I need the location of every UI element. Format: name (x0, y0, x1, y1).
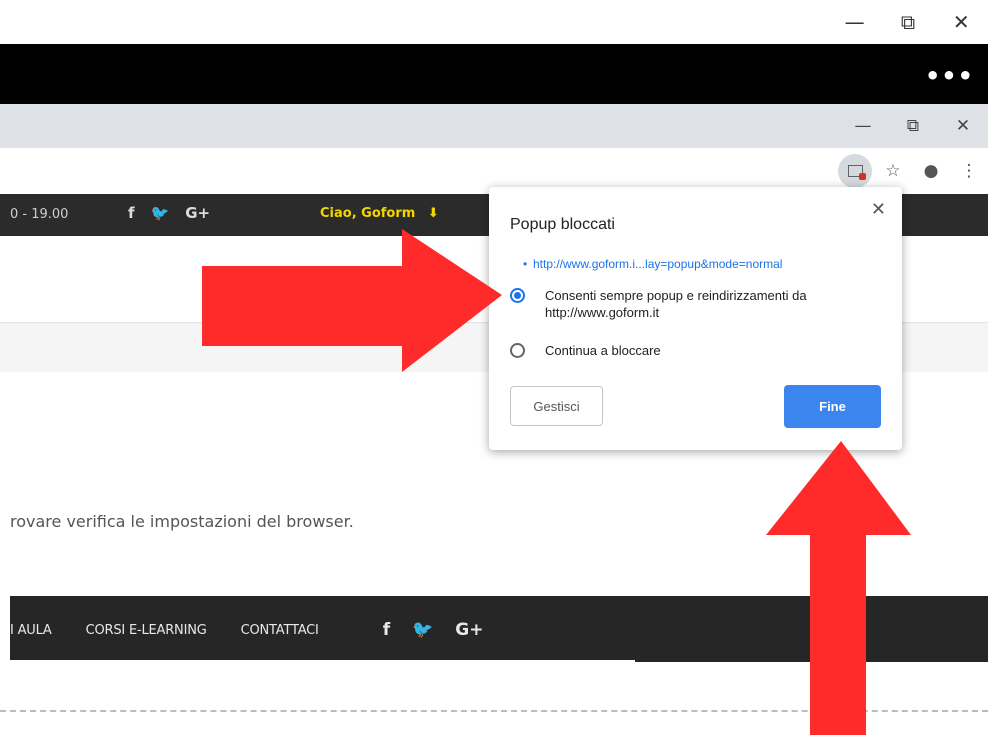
nav-item-aula[interactable]: I AULA (10, 623, 52, 638)
outer-window-controls: — ⧉ ✕ (828, 0, 988, 44)
greeting-text: Ciao, Goform (320, 206, 416, 221)
close-icon[interactable]: ✕ (941, 2, 981, 42)
user-greeting[interactable]: Ciao, Goform ⬇ (320, 206, 439, 221)
dialog-title: Popup bloccati (510, 216, 615, 233)
bookmark-star-icon[interactable]: ☆ (876, 154, 910, 188)
bullet-icon: • (523, 257, 528, 271)
restore-icon[interactable]: ⧉ (893, 106, 933, 146)
browser-titlebar: — ⧉ ✕ (0, 104, 988, 148)
opening-hours: 0 - 19.00 (10, 207, 69, 222)
minimize-icon[interactable]: — (835, 2, 875, 42)
blocked-popup-link[interactable]: • http://www.goform.i...lay=popup&mode=n… (523, 257, 783, 271)
minimize-icon[interactable]: — (843, 106, 883, 146)
close-icon[interactable]: ✕ (943, 106, 983, 146)
radio-unchecked-icon[interactable] (510, 343, 525, 358)
twitter-icon[interactable]: 🐦 (151, 204, 170, 222)
more-options-icon[interactable]: ••• (925, 62, 974, 90)
option-keep-blocking[interactable]: Continua a bloccare (510, 342, 661, 359)
facebook-icon[interactable]: f (128, 204, 135, 222)
popup-blocked-dialog: Popup bloccati ✕ • http://www.goform.i..… (489, 187, 902, 450)
facebook-icon[interactable]: f (383, 620, 390, 640)
page-message: rovare verifica le impostazioni del brow… (10, 512, 354, 531)
site-navigation-extension (635, 596, 988, 662)
twitter-icon[interactable]: 🐦 (412, 620, 433, 640)
arrow-down-icon: ⬇ (427, 206, 439, 221)
radio-checked-icon[interactable] (510, 288, 525, 303)
arrow-up-icon (766, 441, 911, 735)
site-navigation: I AULA CORSI E-LEARNING CONTATTACI f 🐦 G… (10, 596, 635, 660)
nav-item-corsi-elearning[interactable]: CORSI E-LEARNING (86, 623, 207, 638)
google-plus-icon[interactable]: G+ (455, 620, 483, 640)
outer-toolbar: ••• (0, 44, 988, 104)
blocked-popup-url: http://www.goform.i...lay=popup&mode=nor… (533, 257, 783, 271)
nav-item-contattaci[interactable]: CONTATTACI (241, 623, 319, 638)
nav-items: I AULA CORSI E-LEARNING CONTATTACI f 🐦 G… (10, 620, 483, 640)
dashed-divider (0, 710, 988, 712)
nav-social-links: f 🐦 G+ (383, 620, 484, 640)
option-allow-site: http://www.goform.it (545, 305, 660, 320)
option-allow-text: Consenti sempre popup e reindirizzamenti… (545, 288, 807, 303)
google-plus-icon[interactable]: G+ (185, 204, 210, 222)
option-always-allow[interactable]: Consenti sempre popup e reindirizzamenti… (510, 287, 807, 321)
option-block-label: Continua a bloccare (545, 343, 661, 358)
popup-blocked-icon[interactable] (838, 154, 872, 188)
manage-button[interactable]: Gestisci (510, 386, 603, 426)
top-social-links: f 🐦 G+ (128, 204, 210, 222)
browser-menu-icon[interactable]: ⋮ (952, 154, 986, 188)
done-button[interactable]: Fine (784, 385, 881, 428)
close-icon[interactable]: ✕ (871, 199, 886, 220)
option-allow-label: Consenti sempre popup e reindirizzamenti… (545, 287, 807, 321)
restore-icon[interactable]: ⧉ (888, 2, 928, 42)
account-icon[interactable]: ● (914, 154, 948, 188)
browser-window-controls: — ⧉ ✕ (838, 104, 988, 148)
